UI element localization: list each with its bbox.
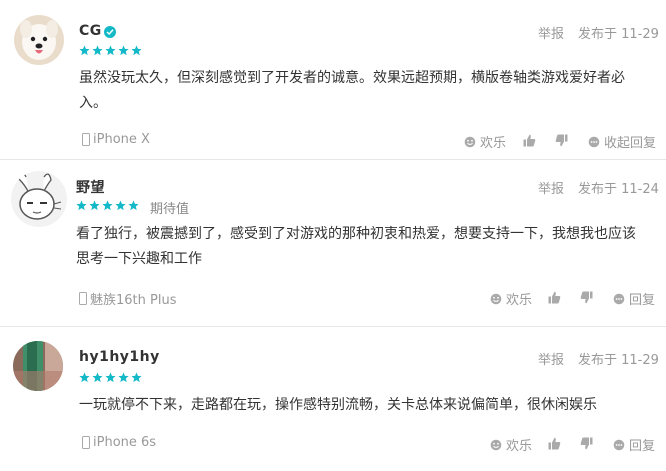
star-icon	[131, 372, 142, 383]
star-icon	[131, 45, 142, 56]
device-name: iPhone 6s	[93, 435, 157, 450]
star-icon	[105, 372, 116, 383]
reply-button[interactable]: 回复	[613, 289, 655, 308]
device-name: 魅族16th Plus	[90, 293, 177, 308]
star-icon	[115, 200, 126, 211]
star-icon	[105, 45, 116, 56]
thumb-down-icon[interactable]	[580, 437, 593, 450]
star-rating	[76, 200, 139, 212]
device-info: 魅族16th Plus	[79, 289, 176, 308]
review-text-line: 看了独行，被震撼到了，感受到了对游戏的那种初衷和热爱，想要支持一下，我想我也应该	[76, 226, 636, 242]
thumb-down-icon[interactable]	[555, 134, 568, 147]
avatar[interactable]	[11, 171, 67, 227]
username[interactable]: 野望	[76, 177, 105, 197]
star-rating	[79, 45, 142, 57]
thumb-up-icon[interactable]	[523, 134, 536, 147]
funny-button[interactable]: 欢乐	[490, 435, 532, 454]
star-icon	[92, 45, 103, 56]
star-icon	[118, 45, 129, 56]
device-name: iPhone X	[93, 132, 150, 147]
avatar[interactable]	[13, 341, 63, 391]
review-text-line: 虽然没玩太久，但深刻感觉到了开发者的诚意。效果远超预期，横版卷轴类游戏爱好者必	[79, 70, 625, 86]
star-icon	[76, 200, 87, 211]
username[interactable]: hy1hy1hy	[79, 349, 160, 365]
post-date: 发布于 11-24	[578, 182, 659, 197]
verified-icon	[104, 26, 116, 38]
device-info: iPhone 6s	[82, 435, 156, 450]
report-link[interactable]: 举报	[538, 178, 564, 197]
review-text-line: 一玩就停不下来，走路都在玩，操作感特别流畅，关卡总体来说偏简单，很休闲娱乐	[79, 397, 597, 413]
reply-button[interactable]: 回复	[613, 435, 655, 454]
post-date: 发布于 11-29	[578, 27, 659, 42]
report-link[interactable]: 举报	[538, 23, 564, 42]
star-icon	[92, 372, 103, 383]
star-icon	[102, 200, 113, 211]
star-icon	[79, 45, 90, 56]
funny-button[interactable]: 欢乐	[464, 132, 506, 151]
review-text-line: 思考一下兴趣和工作	[76, 251, 202, 267]
review-content: 看了独行，被震撼到了，感受到了对游戏的那种初衷和热爱，想要支持一下，我想我也应该…	[76, 222, 656, 272]
report-link[interactable]: 举报	[538, 349, 564, 368]
reply-icon	[613, 439, 625, 450]
smile-icon	[464, 136, 476, 147]
phone-icon	[82, 436, 90, 449]
funny-label: 欢乐	[480, 136, 507, 151]
device-info: iPhone X	[82, 132, 150, 147]
phone-icon	[79, 292, 87, 305]
smile-icon	[490, 293, 502, 304]
reply-label: 回复	[629, 439, 656, 454]
reply-label: 收起回复	[604, 136, 657, 151]
reply-icon	[588, 136, 600, 147]
phone-icon	[82, 133, 90, 146]
review-content: 一玩就停不下来，走路都在玩，操作感特别流畅，关卡总体来说偏简单，很休闲娱乐	[79, 393, 649, 418]
review-item: CG 举报 发布于 11-29 虽然没玩太久，但深刻感觉到了开发者的诚意。效果远…	[0, 0, 666, 158]
review-item: 野望 期待值 举报 发布于 11-24 看了独行，被震撼到了，感受到了对游戏的那…	[0, 160, 666, 326]
review-item: hy1hy1hy 举报 发布于 11-29 一玩就停不下来，走路都在玩，操作感特…	[0, 327, 666, 471]
thumb-up-icon[interactable]	[548, 437, 561, 450]
star-icon	[118, 372, 129, 383]
star-icon	[79, 372, 90, 383]
thumb-down-icon[interactable]	[580, 291, 593, 304]
star-icon	[89, 200, 100, 211]
thumb-up-icon[interactable]	[548, 291, 561, 304]
funny-label: 欢乐	[506, 439, 533, 454]
review-content: 虽然没玩太久，但深刻感觉到了开发者的诚意。效果远超预期，横版卷轴类游戏爱好者必 …	[79, 66, 649, 116]
funny-label: 欢乐	[506, 293, 533, 308]
reply-label: 回复	[629, 293, 656, 308]
star-rating	[79, 372, 142, 384]
post-date: 发布于 11-29	[578, 353, 659, 368]
rating-label: 期待值	[150, 202, 190, 217]
review-text-line: 入。	[79, 95, 107, 111]
star-icon	[128, 200, 139, 211]
username[interactable]: CG	[79, 23, 102, 39]
funny-button[interactable]: 欢乐	[490, 289, 532, 308]
reply-button[interactable]: 收起回复	[588, 132, 656, 151]
reply-icon	[613, 293, 625, 304]
smile-icon	[490, 439, 502, 450]
avatar[interactable]	[14, 15, 64, 65]
